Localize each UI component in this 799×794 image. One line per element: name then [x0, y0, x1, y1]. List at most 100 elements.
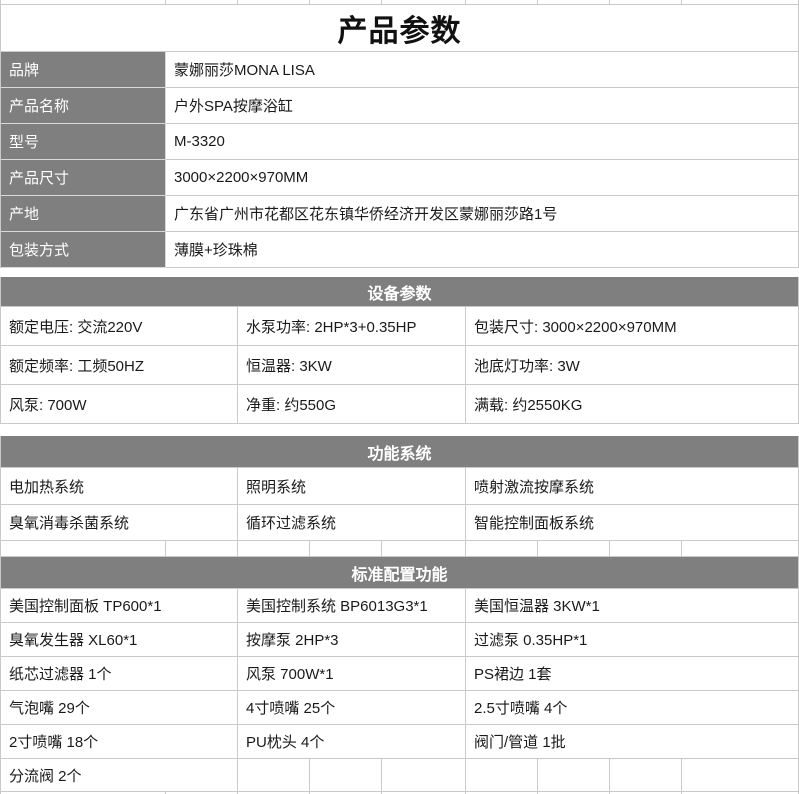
section-title: 设备参数 [367, 285, 432, 303]
table-row: 产品尺寸 3000×2200×970MM [0, 160, 799, 196]
spec-label: 包装方式 [1, 232, 166, 268]
product-spec-sheet: 产品参数 品牌 蒙娜丽莎MONA LISA 产品名称 户外SPA按摩浴缸 型号 … [0, 0, 799, 794]
spec-value: 户外SPA按摩浴缸 [166, 88, 799, 124]
spec-label: 产地 [1, 196, 166, 232]
spec-cell: 气泡嘴 29个 [1, 691, 238, 725]
standard-config-table: 美国控制面板 TP600*1 美国控制系统 BP6013G3*1 美国恒温器 3… [0, 589, 799, 792]
grid-cell [466, 541, 538, 557]
table-row: 产品名称 户外SPA按摩浴缸 [0, 88, 799, 124]
grid-cell [610, 0, 682, 5]
spec-cell: 4寸喷嘴 25个 [238, 691, 466, 725]
grid-cell [538, 541, 610, 557]
spec-cell: 分流阀 2个 [1, 759, 238, 792]
spec-cell: 美国控制系统 BP6013G3*1 [238, 589, 466, 623]
section-title: 功能系统 [367, 445, 432, 463]
grid-cell [166, 541, 238, 557]
table-row: 风泵: 700W 净重: 约550G 满载: 约2550KG [0, 385, 799, 424]
spec-cell: 水泵功率: 2HP*3+0.35HP [238, 307, 466, 346]
spec-cell: 纸芯过滤器 1个 [1, 657, 238, 691]
functions-table: 电加热系统 照明系统 喷射激流按摩系统 臭氧消毒杀菌系统 循环过滤系统 智能控制… [0, 468, 799, 541]
spec-label: 型号 [1, 124, 166, 160]
spec-value: 薄膜+珍珠棉 [166, 232, 799, 268]
grid-cell [238, 0, 310, 5]
grid-cell [382, 0, 466, 5]
section-title: 标准配置功能 [351, 566, 448, 584]
spec-cell: 过滤泵 0.35HP*1 [466, 623, 799, 657]
grid-cell [382, 541, 466, 557]
table-row: 纸芯过滤器 1个 风泵 700W*1 PS裙边 1套 [0, 657, 799, 691]
spec-value: 广东省广州市花都区花东镇华侨经济开发区蒙娜丽莎路1号 [166, 196, 799, 232]
spec-cell: 电加热系统 [1, 468, 238, 505]
section-header-standard-config: 标准配置功能 [0, 557, 799, 589]
info-table: 品牌 蒙娜丽莎MONA LISA 产品名称 户外SPA按摩浴缸 型号 M-332… [0, 52, 799, 268]
top-grid-strip [0, 0, 799, 5]
spec-cell: 2寸喷嘴 18个 [1, 725, 238, 759]
table-row: 臭氧发生器 XL60*1 按摩泵 2HP*3 过滤泵 0.35HP*1 [0, 623, 799, 657]
table-row: 型号 M-3320 [0, 124, 799, 160]
page-title: 产品参数 [337, 15, 462, 48]
grid-cell [310, 759, 382, 792]
table-row: 额定电压: 交流220V 水泵功率: 2HP*3+0.35HP 包装尺寸: 30… [0, 307, 799, 346]
grid-cell [166, 0, 238, 5]
spec-cell: 满载: 约2550KG [466, 385, 799, 424]
spec-cell: 2.5寸喷嘴 4个 [466, 691, 799, 725]
grid-cell [682, 0, 799, 5]
grid-cell [310, 541, 382, 557]
table-row: 分流阀 2个 [0, 759, 799, 792]
spec-cell: 臭氧发生器 XL60*1 [1, 623, 238, 657]
table-row: 产地 广东省广州市花都区花东镇华侨经济开发区蒙娜丽莎路1号 [0, 196, 799, 232]
spec-cell: 照明系统 [238, 468, 466, 505]
spec-cell: 净重: 约550G [238, 385, 466, 424]
spec-label: 产品名称 [1, 88, 166, 124]
equipment-table: 额定电压: 交流220V 水泵功率: 2HP*3+0.35HP 包装尺寸: 30… [0, 307, 799, 424]
spec-value: M-3320 [166, 124, 799, 160]
grid-cell [538, 0, 610, 5]
spec-value: 3000×2200×970MM [166, 160, 799, 196]
grid-cell [238, 759, 310, 792]
spec-cell: 循环过滤系统 [238, 505, 466, 541]
grid-cell [682, 541, 799, 557]
table-row: 2寸喷嘴 18个 PU枕头 4个 阀门/管道 1批 [0, 725, 799, 759]
table-row: 额定频率: 工频50HZ 恒温器: 3KW 池底灯功率: 3W [0, 346, 799, 385]
spec-cell: 额定频率: 工频50HZ [1, 346, 238, 385]
spec-cell: 恒温器: 3KW [238, 346, 466, 385]
spec-cell: 阀门/管道 1批 [466, 725, 799, 759]
spec-cell: 智能控制面板系统 [466, 505, 799, 541]
grid-cell [610, 541, 682, 557]
section-header-functions: 功能系统 [0, 436, 799, 468]
spec-cell: PU枕头 4个 [238, 725, 466, 759]
spec-cell: 额定电压: 交流220V [1, 307, 238, 346]
table-row: 电加热系统 照明系统 喷射激流按摩系统 [0, 468, 799, 505]
grid-cell [1, 0, 166, 5]
grid-cell [466, 0, 538, 5]
grid-cell [538, 759, 610, 792]
spec-value: 蒙娜丽莎MONA LISA [166, 52, 799, 88]
section-header-equipment: 设备参数 [0, 277, 799, 307]
spec-cell: PS裙边 1套 [466, 657, 799, 691]
spec-cell: 风泵: 700W [1, 385, 238, 424]
spec-cell: 美国恒温器 3KW*1 [466, 589, 799, 623]
table-row: 包装方式 薄膜+珍珠棉 [0, 232, 799, 268]
mid-grid-strip [0, 541, 799, 557]
spec-cell: 包装尺寸: 3000×2200×970MM [466, 307, 799, 346]
spec-cell: 池底灯功率: 3W [466, 346, 799, 385]
table-row: 美国控制面板 TP600*1 美国控制系统 BP6013G3*1 美国恒温器 3… [0, 589, 799, 623]
table-row: 臭氧消毒杀菌系统 循环过滤系统 智能控制面板系统 [0, 505, 799, 541]
spec-cell: 风泵 700W*1 [238, 657, 466, 691]
grid-cell [238, 541, 310, 557]
title-row: 产品参数 [0, 5, 799, 52]
spec-cell: 按摩泵 2HP*3 [238, 623, 466, 657]
grid-cell [310, 0, 382, 5]
spec-label: 品牌 [1, 52, 166, 88]
grid-cell [1, 541, 166, 557]
grid-cell [682, 759, 799, 792]
grid-cell [610, 759, 682, 792]
table-row: 品牌 蒙娜丽莎MONA LISA [0, 52, 799, 88]
spec-label: 产品尺寸 [1, 160, 166, 196]
spec-cell: 臭氧消毒杀菌系统 [1, 505, 238, 541]
grid-cell [466, 759, 538, 792]
spec-cell: 美国控制面板 TP600*1 [1, 589, 238, 623]
spec-cell: 喷射激流按摩系统 [466, 468, 799, 505]
